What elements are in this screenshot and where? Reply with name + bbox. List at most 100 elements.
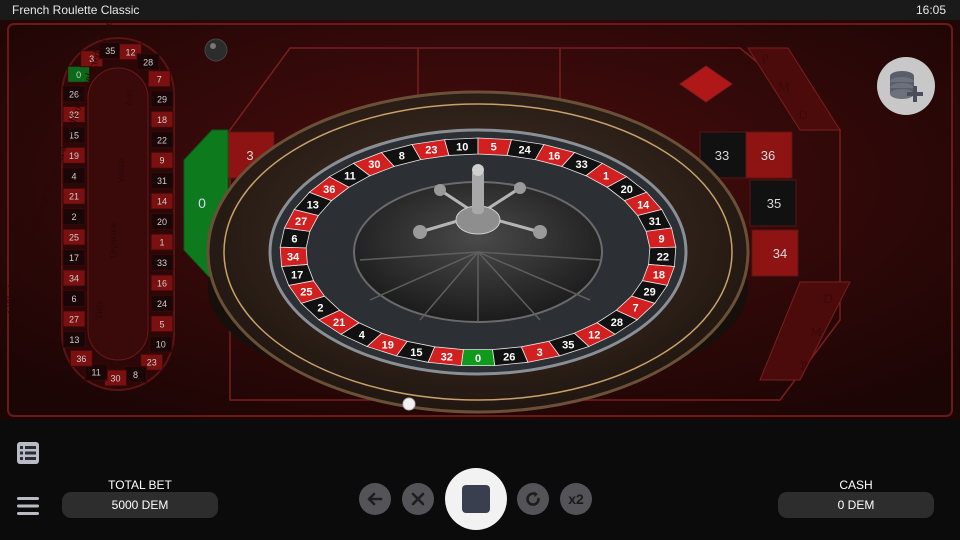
undo-icon (367, 492, 383, 506)
wheel-number-31: 31 (649, 216, 661, 228)
racetrack-label-4: 4 (71, 171, 76, 181)
racetrack-label-11: 11 (91, 368, 100, 378)
wheel-number-3: 3 (537, 347, 543, 359)
wheel-number-28: 28 (611, 317, 623, 329)
wheel-number-33: 33 (575, 159, 587, 171)
wheel-number-7: 7 (632, 303, 638, 315)
racetrack-label-2: 2 (71, 212, 76, 222)
racetrack-label-10: 10 (156, 340, 166, 350)
zero-bet-label: 0 (198, 195, 206, 211)
racetrack-label-24: 24 (157, 299, 167, 309)
racetrack-label-8: 8 (133, 370, 138, 380)
racetrack-label-7: 7 (157, 74, 162, 84)
racetrack-zero-label[interactable]: Zero (124, 89, 134, 106)
racetrack-label-18: 18 (157, 115, 167, 125)
racetrack-label-25: 25 (69, 233, 79, 243)
bet-list-button[interactable] (16, 441, 40, 465)
add-chips-icon (890, 71, 923, 102)
racetrack-label-28: 28 (143, 57, 153, 67)
wheel-number-1: 1 (603, 170, 609, 182)
racetrack-label-0: 0 (76, 70, 81, 80)
racetrack-label-31: 31 (157, 176, 167, 186)
side-letter-p-bottom[interactable]: P (800, 358, 807, 373)
grid-label-3: 3 (246, 148, 253, 163)
racetrack-label-23: 23 (147, 358, 157, 368)
wheel-number-23: 23 (425, 144, 437, 156)
racetrack-label-36: 36 (76, 354, 86, 364)
wheel-number-11: 11 (344, 170, 356, 182)
double-bet-button[interactable]: x2 (560, 483, 592, 515)
racetrack-label-16: 16 (157, 278, 167, 288)
racetrack-tiers-label[interactable]: Tiers (94, 300, 104, 319)
zone-manque[interactable]: MANQUE (297, 80, 354, 95)
racetrack-label-19: 19 (69, 151, 79, 161)
wheel-number-2: 2 (317, 303, 323, 315)
wheel-number-17: 17 (291, 269, 303, 281)
racetrack-orphelins-label[interactable]: Orphelins (108, 222, 118, 258)
racetrack-label-33: 33 (157, 258, 167, 268)
wheel-number-35: 35 (562, 340, 574, 352)
wheel-number-34: 34 (287, 251, 300, 263)
wheel-number-26: 26 (503, 351, 515, 363)
total-bet-value: 5000 DEM (62, 492, 218, 518)
grid-label-34: 34 (773, 246, 787, 261)
app-title: French Roulette Classic (12, 3, 140, 17)
wheel-number-25: 25 (300, 287, 312, 299)
wheel-number-24: 24 (518, 144, 531, 156)
wheel-number-36: 36 (323, 184, 335, 196)
wheel-number-22: 22 (657, 251, 669, 263)
racetrack-label-6: 6 (71, 294, 76, 304)
wheel-number-5: 5 (491, 141, 497, 153)
rebet-button[interactable] (517, 483, 549, 515)
grid-label-36: 36 (761, 148, 775, 163)
racetrack-label-1: 1 (159, 237, 164, 247)
wheel-number-18: 18 (653, 269, 665, 281)
racetrack-label-35: 35 (105, 46, 115, 56)
spin-button[interactable] (445, 468, 507, 530)
menu-button[interactable] (16, 496, 40, 516)
menu-icon (17, 497, 39, 515)
bet-list-icon (17, 442, 39, 464)
racetrack-label-9: 9 (159, 156, 164, 166)
wheel-number-12: 12 (588, 329, 600, 341)
racetrack-label-13: 13 (69, 335, 79, 345)
stop-icon (462, 485, 490, 513)
side-letter-m-bottom[interactable]: M (810, 324, 822, 339)
add-chips-button[interactable] (877, 57, 935, 115)
wheel-number-13: 13 (307, 199, 319, 211)
wheel-number-15: 15 (410, 347, 422, 359)
racetrack-label-34: 34 (69, 274, 79, 284)
side-letter-m-top[interactable]: M (778, 79, 790, 94)
racetrack-label-29: 29 (157, 94, 167, 104)
racetrack-label-5: 5 (159, 319, 164, 329)
wheel-number-10: 10 (456, 141, 468, 153)
roulette-scene: MANQUE IMPAIR P M D D M P 33 36 35 34 3 … (0, 20, 960, 420)
total-bet-label: TOTAL BET (108, 478, 172, 492)
roulette-wheel: 03215194212251734627133611308 23 10 5 24 1633… (206, 90, 750, 414)
wheel-number-9: 9 (658, 234, 664, 246)
wheel-number-32: 32 (441, 351, 453, 363)
side-letter-d-bottom[interactable]: D (823, 291, 832, 306)
racetrack-voisins-label[interactable]: Voisins (116, 156, 126, 183)
ball-marker (204, 38, 228, 62)
wheel-number-0: 0 (475, 353, 481, 365)
racetrack-label-14: 14 (157, 197, 167, 207)
racetrack-label-21: 21 (69, 192, 79, 202)
wheel-number-19: 19 (382, 340, 394, 352)
undo-button[interactable] (359, 483, 391, 515)
game-table: MANQUE IMPAIR P M D D M P 33 36 35 34 3 … (0, 20, 960, 420)
side-letter-d-top[interactable]: D (798, 107, 807, 122)
wheel-number-8: 8 (399, 150, 405, 162)
grid-label-33: 33 (715, 148, 729, 163)
side-letter-p-top[interactable]: P (761, 51, 768, 66)
racetrack-label-27: 27 (69, 314, 79, 324)
wheel-number-14: 14 (637, 199, 650, 211)
wheel-number-29: 29 (644, 287, 656, 299)
rebet-icon (526, 491, 540, 506)
clear-bets-button[interactable] (402, 483, 434, 515)
racetrack-label-17: 17 (69, 253, 79, 263)
wheel-number-16: 16 (548, 150, 560, 162)
wheel-number-27: 27 (295, 216, 307, 228)
cash-label: CASH (839, 478, 873, 492)
clock: 16:05 (915, 3, 946, 17)
